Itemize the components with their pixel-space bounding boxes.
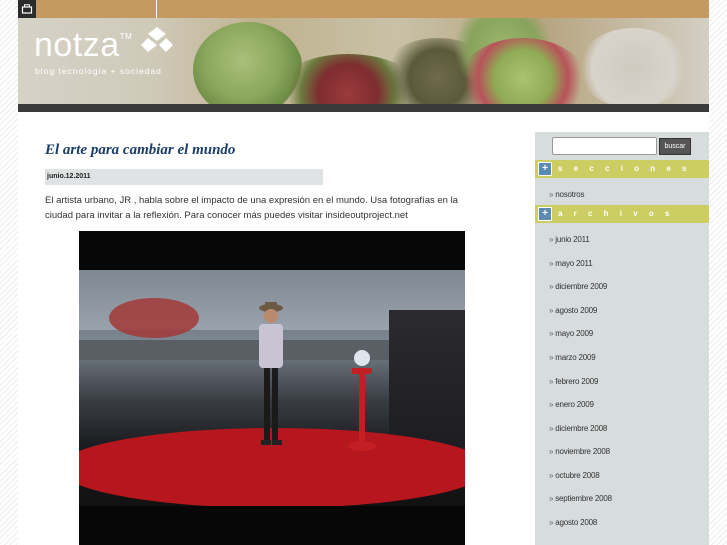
bullet-icon: » <box>549 306 554 315</box>
bullet-icon: » <box>549 235 554 244</box>
speaker-figure <box>259 302 283 445</box>
archive-link[interactable]: » noviembre 2008 <box>549 447 610 456</box>
home-button[interactable] <box>18 0 36 18</box>
logo-mark-icon <box>141 27 173 52</box>
top-bar-divider <box>156 0 157 18</box>
archive-link[interactable]: » mayo 2011 <box>549 259 593 268</box>
archive-link[interactable]: » enero 2009 <box>549 400 594 409</box>
site-header: notzaTM blog tecnologia + sociedad <box>18 18 709 104</box>
page-container: notzaTM blog tecnologia + sociedad El ar… <box>18 0 709 545</box>
bullet-icon: » <box>549 377 554 386</box>
section-header-archivos[interactable]: + a r c h i v o s <box>535 205 709 223</box>
site-logo[interactable]: notzaTM <box>34 26 132 65</box>
bullet-icon: » <box>549 424 554 433</box>
top-bar <box>18 0 709 18</box>
archive-link[interactable]: » junio 2011 <box>549 235 590 244</box>
expand-plus-icon[interactable]: + <box>538 162 552 176</box>
sidebar-link-nosotros[interactable]: » nosotros <box>549 190 585 199</box>
archive-link[interactable]: » mayo 2009 <box>549 329 593 338</box>
archive-link[interactable]: » agosto 2009 <box>549 306 597 315</box>
archive-link[interactable]: » octubre 2008 <box>549 471 600 480</box>
sidebar: buscar + s e c c i o n e s » nosotros + a… <box>535 132 709 545</box>
archive-link[interactable]: » agosto 2008 <box>549 518 597 527</box>
bullet-icon: » <box>549 518 554 527</box>
section-label: s e c c i o n e s <box>558 164 691 173</box>
bullet-icon: » <box>549 329 554 338</box>
home-icon <box>21 4 33 14</box>
site-tagline: blog tecnologia + sociedad <box>35 66 162 76</box>
section-label: a r c h i v o s <box>558 209 674 218</box>
speaker-stand <box>348 350 376 451</box>
bullet-icon: » <box>549 259 554 268</box>
post-title[interactable]: El arte para cambiar el mundo <box>45 142 235 159</box>
post-body: El artista urbano, JR , habla sobre el i… <box>45 195 458 221</box>
bullet-icon: » <box>549 190 554 199</box>
bullet-icon: » <box>549 282 554 291</box>
archive-link[interactable]: » diciembre 2009 <box>549 282 607 291</box>
section-header-secciones[interactable]: + s e c c i o n e s <box>535 160 709 178</box>
bullet-icon: » <box>549 471 554 480</box>
trademark-mark: TM <box>119 32 133 41</box>
bullet-icon: » <box>549 494 554 503</box>
archive-link[interactable]: » septiembre 2008 <box>549 494 612 503</box>
archive-link[interactable]: » marzo 2009 <box>549 353 596 362</box>
video-frame <box>79 270 465 506</box>
video-player[interactable] <box>79 231 465 545</box>
archive-link[interactable]: » febrero 2009 <box>549 377 598 386</box>
search-input[interactable] <box>552 137 657 155</box>
expand-plus-icon[interactable]: + <box>538 207 552 221</box>
header-divider-bar <box>18 104 709 112</box>
post-date: junio.12.2011 <box>45 169 323 185</box>
bullet-icon: » <box>549 353 554 362</box>
archive-link[interactable]: » diciembre 2008 <box>549 424 607 433</box>
bullet-icon: » <box>549 400 554 409</box>
bullet-icon: » <box>549 447 554 456</box>
search-button[interactable]: buscar <box>659 138 691 155</box>
